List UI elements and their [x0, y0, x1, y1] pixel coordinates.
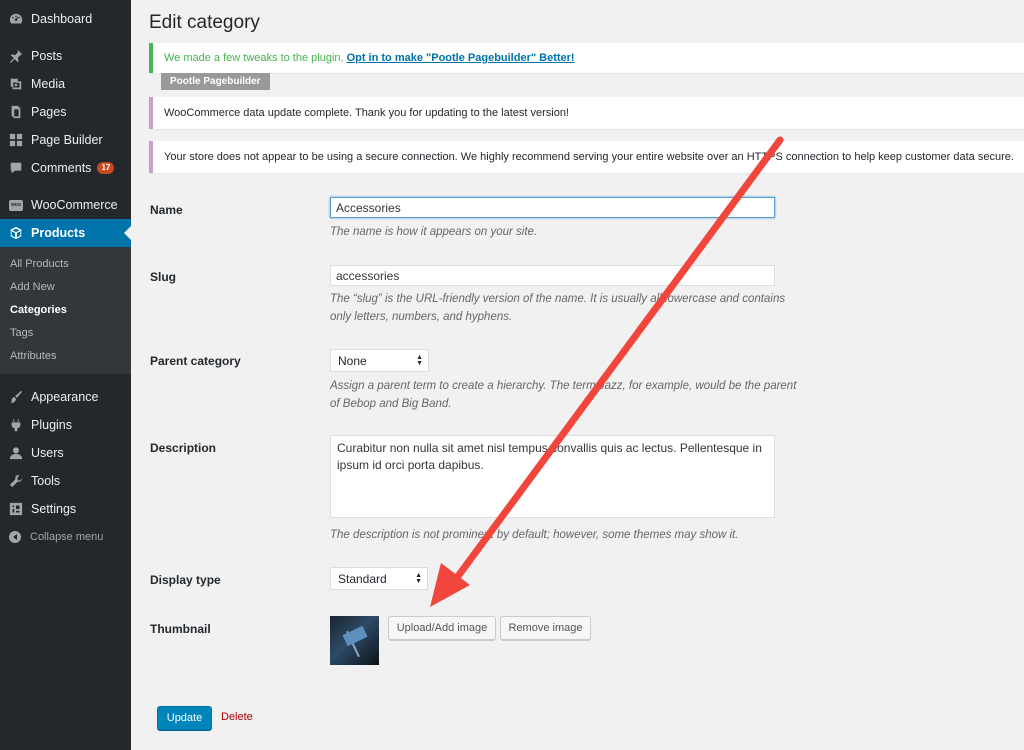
slug-input[interactable]	[330, 265, 775, 286]
select-value: None	[338, 353, 367, 368]
media-icon	[9, 77, 23, 91]
sidebar-item-woocommerce[interactable]: woo WooCommerce	[0, 191, 131, 219]
comment-icon	[9, 161, 23, 175]
sidebar-item-label: Posts	[31, 49, 63, 63]
submenu-categories[interactable]: Categories	[10, 304, 67, 316]
collapse-menu-button[interactable]: Collapse menu	[0, 523, 131, 551]
comments-count-badge: 17	[97, 162, 115, 174]
thumbnail-label: Thumbnail	[150, 622, 211, 636]
display-type-select[interactable]: Standard ▲ ▼	[330, 567, 428, 590]
collapse-icon	[9, 531, 21, 543]
thumbnail-image	[330, 616, 379, 665]
pages-icon	[9, 105, 23, 119]
select-arrows-icon: ▲ ▼	[416, 353, 423, 367]
woo-icon: woo	[9, 198, 23, 212]
plugin-optin-notice: We made a few tweaks to the plugin, Opt …	[149, 43, 1024, 73]
parent-category-help: Assign a parent term to create a hierarc…	[330, 380, 797, 410]
sidebar-item-label: Comments	[31, 161, 92, 175]
sidebar-item-label: Settings	[31, 502, 77, 516]
parent-category-label: Parent category	[150, 354, 241, 368]
sidebar-item-label: WooCommerce	[31, 198, 118, 212]
sidebar-item-label: Users	[31, 446, 64, 460]
upload-image-button[interactable]: Upload/Add image	[388, 616, 496, 640]
admin-sidebar: Dashboard Posts Media Pages Page Builder…	[0, 0, 131, 750]
description-textarea[interactable]: Curabitur non nulla sit amet nisl tempus…	[330, 435, 775, 518]
sidebar-item-label: Plugins	[31, 418, 72, 432]
sidebar-item-users[interactable]: Users	[0, 439, 131, 467]
delete-link[interactable]: Delete	[221, 711, 253, 723]
sidebar-item-label: Appearance	[31, 390, 99, 404]
slug-label: Slug	[150, 270, 176, 284]
notice-text: Your store does not appear to be using a…	[164, 151, 1014, 163]
sidebar-item-products[interactable]: Products	[0, 219, 131, 247]
submenu-all-products[interactable]: All Products	[10, 258, 69, 270]
sidebar-item-settings[interactable]: Settings	[0, 495, 131, 523]
plug-icon	[9, 418, 23, 432]
wrench-icon	[9, 474, 23, 488]
name-label: Name	[150, 203, 183, 217]
sidebar-item-comments[interactable]: Comments 17	[0, 154, 131, 182]
pootle-pagebuilder-tag: Pootle Pagebuilder	[161, 73, 270, 90]
display-type-label: Display type	[150, 573, 221, 587]
sidebar-item-label: Products	[31, 226, 86, 240]
description-label: Description	[150, 441, 217, 455]
select-value: Standard	[338, 571, 387, 586]
sidebar-item-appearance[interactable]: Appearance	[0, 383, 131, 411]
name-help: The name is how it appears on your site.	[330, 226, 538, 238]
grid-icon	[9, 133, 23, 147]
submenu-add-new[interactable]: Add New	[10, 281, 55, 293]
sidebar-item-media[interactable]: Media	[0, 70, 131, 98]
parent-category-select[interactable]: None ▲ ▼	[330, 349, 429, 372]
sidebar-item-label: Media	[31, 77, 66, 91]
box-icon	[9, 226, 23, 240]
dashboard-icon	[9, 12, 23, 26]
user-icon	[9, 446, 23, 460]
woocommerce-update-notice: WooCommerce data update complete. Thank …	[149, 97, 1024, 129]
sidebar-item-plugins[interactable]: Plugins	[0, 411, 131, 439]
notice-text: WooCommerce data update complete. Thank …	[164, 107, 569, 119]
settings-icon	[9, 502, 23, 516]
notice-text: We made a few tweaks to the plugin,	[164, 52, 344, 64]
sidebar-item-tools[interactable]: Tools	[0, 467, 131, 495]
sidebar-item-pages[interactable]: Pages	[0, 98, 131, 126]
products-submenu: All Products Add New Categories Tags Att…	[0, 247, 131, 374]
sidebar-item-label: Dashboard	[31, 12, 93, 26]
sidebar-item-label: Page Builder	[31, 133, 103, 147]
sidebar-item-label: Tools	[31, 474, 61, 488]
optin-link[interactable]: Opt in to make "Pootle Pagebuilder" Bett…	[347, 52, 575, 64]
update-button[interactable]: Update	[157, 706, 212, 730]
sidebar-item-posts[interactable]: Posts	[0, 42, 131, 70]
submenu-attributes[interactable]: Attributes	[10, 350, 56, 362]
name-input[interactable]	[330, 197, 775, 218]
select-arrows-icon: ▲ ▼	[415, 571, 422, 585]
remove-image-button[interactable]: Remove image	[500, 616, 591, 640]
sidebar-item-label: Collapse menu	[30, 531, 104, 543]
description-help: The description is not prominent by defa…	[330, 529, 739, 541]
slug-help: The “slug” is the URL-friendly version o…	[330, 293, 786, 323]
sidebar-item-page-builder[interactable]: Page Builder	[0, 126, 131, 154]
sidebar-item-dashboard[interactable]: Dashboard	[0, 5, 131, 33]
brush-icon	[9, 390, 23, 404]
submenu-tags[interactable]: Tags	[10, 327, 33, 339]
page-title: Edit category	[149, 12, 260, 33]
secure-connection-notice: Your store does not appear to be using a…	[149, 141, 1024, 173]
pin-icon	[9, 49, 23, 63]
sidebar-item-label: Pages	[31, 105, 67, 119]
